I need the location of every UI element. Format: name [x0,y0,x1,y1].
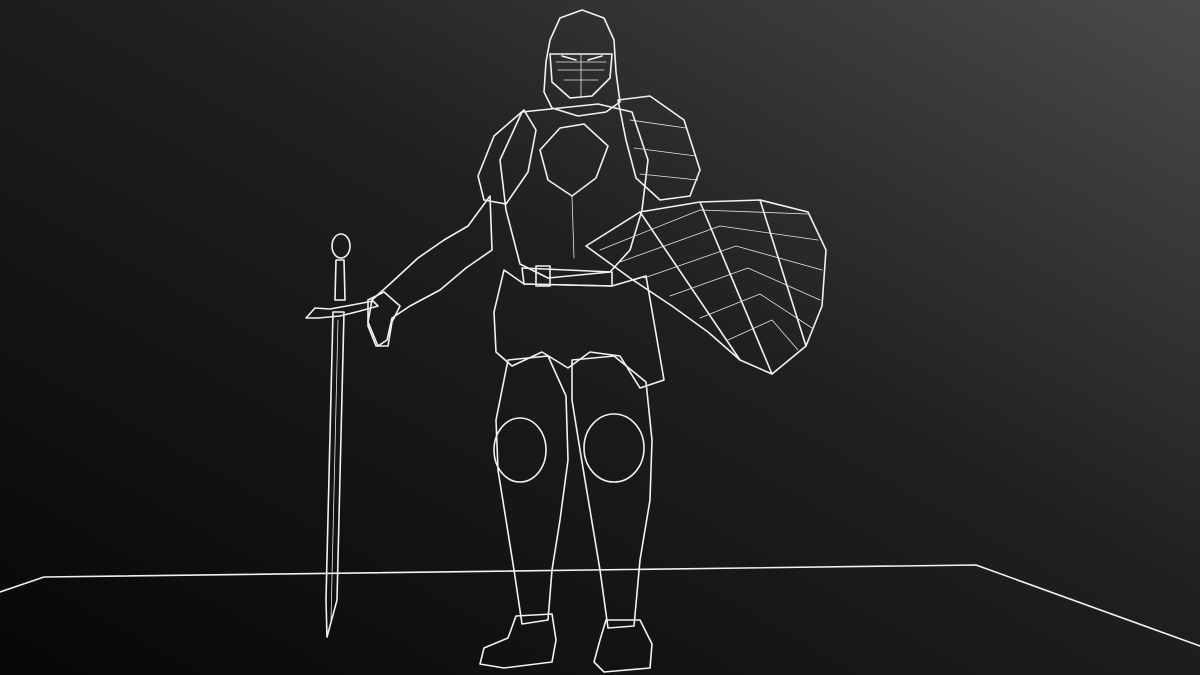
sword-grip [334,259,346,301]
tassets [493,269,665,389]
helmet[interactable] [543,9,621,117]
left-sabaton [593,619,653,673]
sword[interactable] [305,233,379,638]
kite-shield[interactable] [585,199,827,375]
sword-blade [325,311,345,638]
scene-canvas[interactable] [0,0,1200,675]
left-leg [571,355,653,629]
right-arm [367,195,493,347]
right-sabaton [479,613,557,669]
right-pauldron [477,109,537,205]
knight-armor[interactable] [367,95,701,673]
ground-plane [0,564,1200,647]
3d-viewport[interactable] [0,0,1200,675]
right-leg [495,355,569,625]
sword-pommel [331,233,351,259]
helmet-shell [543,9,621,117]
